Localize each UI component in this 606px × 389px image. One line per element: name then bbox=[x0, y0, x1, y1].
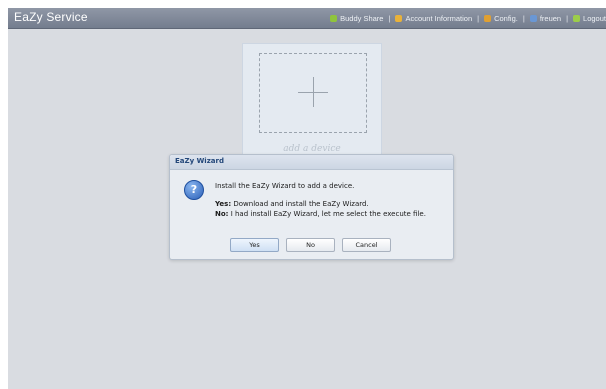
dialog-message: Install the EaZy Wizard to add a device. bbox=[215, 182, 355, 190]
add-device-dropzone[interactable] bbox=[259, 53, 367, 133]
top-bar: EaZy Service Buddy Share | Account Infor… bbox=[8, 8, 606, 29]
dialog-no-label: No: bbox=[215, 210, 229, 218]
dialog-buttons: Yes No Cancel bbox=[170, 238, 453, 252]
cancel-button[interactable]: Cancel bbox=[342, 238, 391, 252]
logout-icon bbox=[573, 14, 581, 22]
config-icon bbox=[484, 14, 492, 22]
nav-separator: | bbox=[522, 13, 525, 23]
top-nav: Buddy Share | Account Information | Conf… bbox=[330, 8, 606, 28]
dialog-yes-label: Yes: bbox=[215, 200, 232, 208]
no-button[interactable]: No bbox=[286, 238, 335, 252]
nav-logout[interactable]: Logout bbox=[573, 14, 606, 23]
question-icon: ? bbox=[184, 180, 204, 200]
dialog-no-text: I had install EaZy Wizard, let me select… bbox=[230, 210, 426, 218]
user-icon bbox=[529, 14, 537, 22]
nav-separator: | bbox=[388, 13, 391, 23]
app-window: EaZy Service Buddy Share | Account Infor… bbox=[8, 8, 606, 389]
nav-buddy-share[interactable]: Buddy Share bbox=[330, 14, 383, 23]
dialog-title: EaZy Wizard bbox=[175, 157, 224, 165]
plus-icon-vertical bbox=[313, 77, 314, 107]
account-icon bbox=[395, 14, 403, 22]
share-icon bbox=[330, 14, 338, 22]
add-device-label: add a device bbox=[283, 144, 341, 154]
eazy-wizard-dialog: EaZy Wizard ? Install the EaZy Wizard to… bbox=[169, 154, 454, 260]
add-device-card[interactable]: add a device bbox=[242, 43, 382, 170]
dialog-yes-text: Download and install the EaZy Wizard. bbox=[233, 200, 369, 208]
nav-separator: | bbox=[477, 13, 480, 23]
app-title: EaZy Service bbox=[14, 10, 88, 24]
nav-config[interactable]: Config. bbox=[484, 14, 518, 23]
nav-logout-label: Logout bbox=[583, 13, 606, 23]
nav-separator: | bbox=[566, 13, 569, 23]
nav-config-label: Config. bbox=[494, 13, 518, 23]
nav-user[interactable]: freuen bbox=[529, 13, 562, 23]
nav-account-information-label: Account Information bbox=[405, 13, 473, 23]
dialog-yes-line: Yes: Download and install the EaZy Wizar… bbox=[215, 200, 369, 208]
nav-user-label: freuen bbox=[539, 13, 562, 23]
dialog-no-line: No: I had install EaZy Wizard, let me se… bbox=[215, 210, 426, 218]
yes-button[interactable]: Yes bbox=[230, 238, 279, 252]
nav-buddy-share-label: Buddy Share bbox=[340, 13, 384, 23]
nav-account-information[interactable]: Account Information bbox=[395, 14, 472, 23]
dialog-header: EaZy Wizard bbox=[170, 155, 453, 170]
